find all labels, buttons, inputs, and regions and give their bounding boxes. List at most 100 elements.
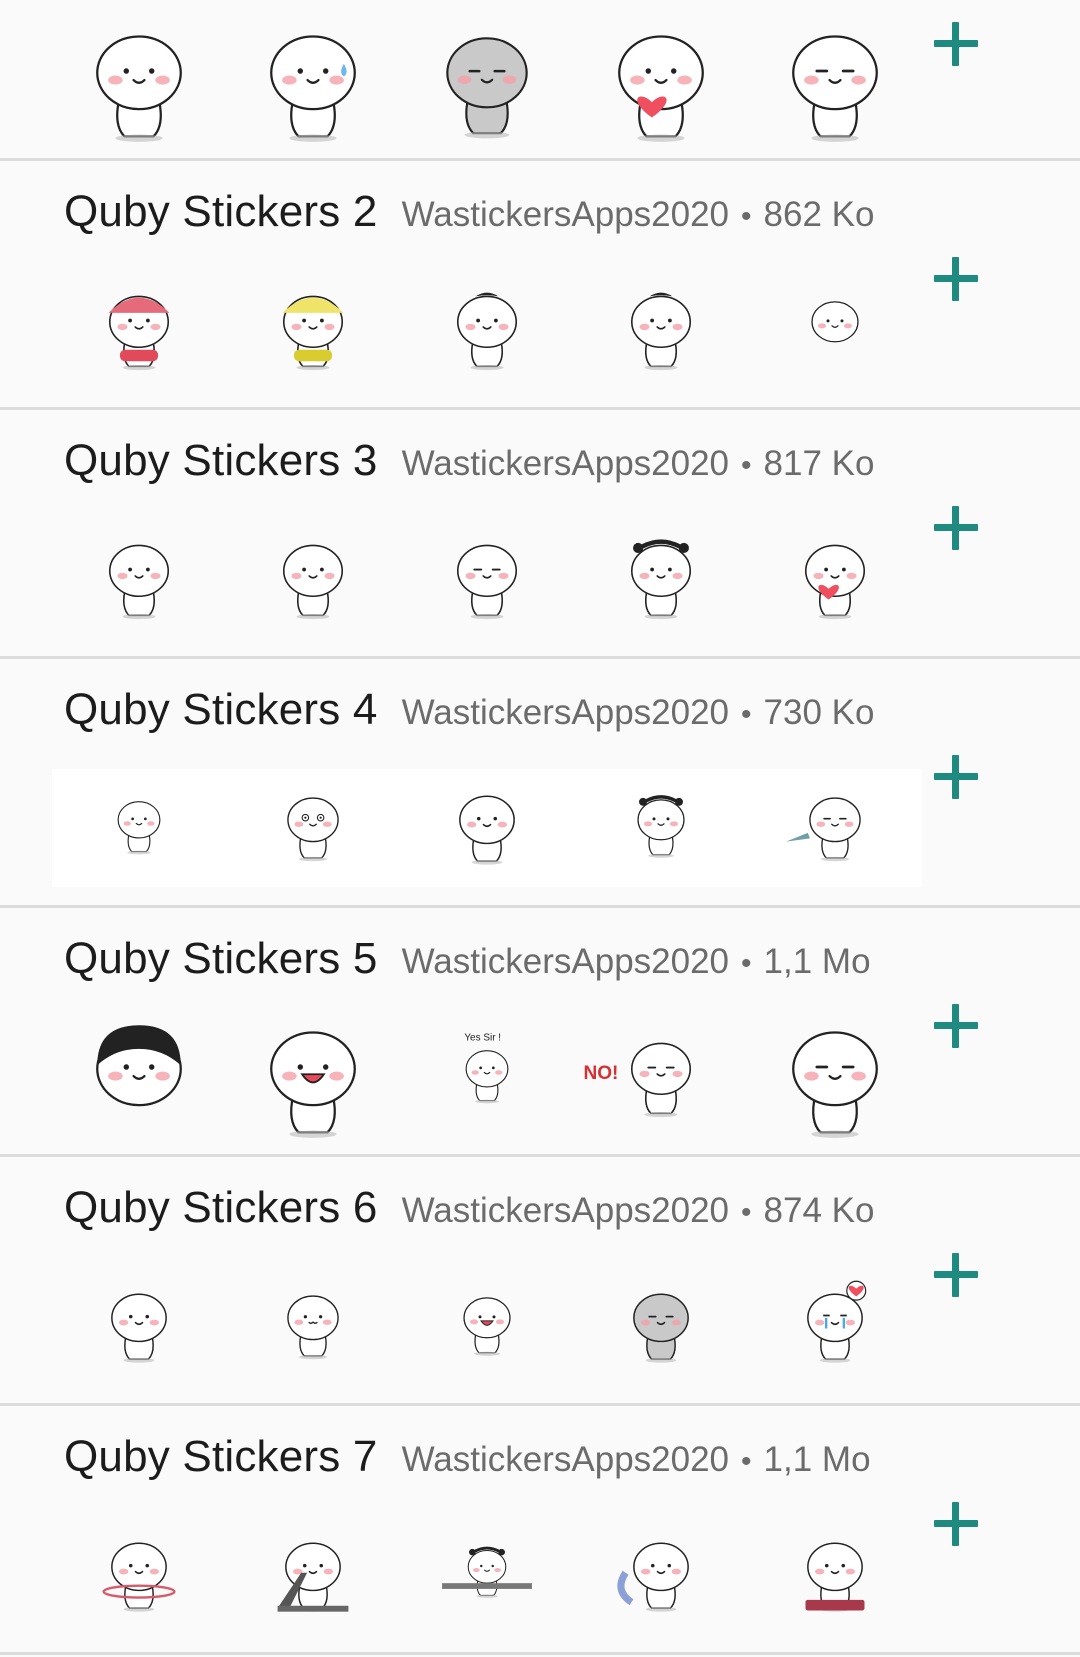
quby-sticker-icon — [804, 544, 866, 620]
quby-crying-broken-heart — [748, 1267, 922, 1385]
quby-sticker-icon — [811, 301, 859, 343]
pack-header: Quby Stickers 4 WastickersApps2020 • 730… — [64, 685, 874, 745]
quby-sticker-icon — [270, 35, 356, 142]
quby-black-hair — [52, 1018, 226, 1136]
pack-size: 1,1 Mo — [763, 1440, 871, 1479]
quby-hands-together — [52, 22, 226, 142]
quby-sticker-icon — [459, 795, 515, 865]
quby-arms-crossed — [226, 1267, 400, 1385]
quby-mic — [400, 769, 574, 887]
separator-dot: • — [741, 947, 752, 980]
quby-walk — [52, 1267, 226, 1385]
sticker-pack-3[interactable]: Quby Stickers 3 WastickersApps2020 • 817… — [0, 410, 1080, 656]
pack-author: WastickersApps2020 — [401, 1440, 730, 1479]
separator-dot: • — [741, 1445, 752, 1478]
quby-heart-blush — [574, 22, 748, 142]
pack-title: Quby Stickers 6 — [64, 1183, 378, 1232]
quby-sticker-icon — [456, 544, 518, 620]
pack-title: Quby Stickers 4 — [64, 685, 378, 734]
sticker-preview-row — [52, 22, 922, 142]
quby-sticker-icon — [270, 1031, 356, 1138]
sticker-preview-row — [52, 769, 922, 887]
quby-sticker-icon — [633, 1293, 689, 1363]
quby-sticker-icon — [456, 292, 518, 371]
quby-sticker-icon — [108, 295, 170, 371]
quby-sticker-icon — [117, 801, 161, 855]
sticker-preview-row — [52, 1516, 922, 1634]
quby-point — [52, 520, 226, 638]
quby-noodles — [574, 1516, 748, 1634]
pack-author: WastickersApps2020 — [401, 444, 730, 483]
pack-title: Quby Stickers 7 — [64, 1432, 378, 1481]
quby-lying-grey — [574, 1267, 748, 1385]
sticker-pack-6[interactable]: Quby Stickers 6 WastickersApps2020 • 874… — [0, 1157, 1080, 1403]
sticker-pack-4[interactable]: Quby Stickers 4 WastickersApps2020 • 730… — [0, 659, 1080, 905]
add-pack-button[interactable] — [928, 16, 984, 72]
quby-sticker-icon: Yes Sir ! — [464, 1033, 509, 1104]
quby-yellow-scooter — [226, 271, 400, 389]
sticker-pack-2[interactable]: Quby Stickers 2 WastickersApps2020 • 862… — [0, 161, 1080, 407]
pack-author: WastickersApps2020 — [401, 942, 730, 981]
pack-header: Quby Stickers 6 WastickersApps2020 • 874… — [64, 1183, 874, 1243]
sticker-pack-5[interactable]: Quby Stickers 5 WastickersApps2020 • 1,1… — [0, 908, 1080, 1154]
quby-sticker-icon — [287, 797, 339, 862]
pack-header: Quby Stickers 5 WastickersApps2020 • 1,1… — [64, 934, 871, 994]
quby-sticker-icon: NO! — [583, 1042, 692, 1118]
quby-sticker-icon — [102, 1542, 176, 1612]
pack-header: Quby Stickers 3 WastickersApps2020 • 817… — [64, 436, 874, 496]
pack-size: 874 Ko — [763, 1191, 875, 1230]
quby-sticker-icon — [792, 1031, 878, 1138]
quby-heart-hold — [748, 520, 922, 638]
sticker-pack-1[interactable] — [0, 0, 1080, 160]
pack-author: WastickersApps2020 — [401, 693, 730, 732]
quby-sticker-icon — [807, 1280, 867, 1363]
quby-lying-sad — [400, 22, 574, 140]
pack-header: Quby Stickers 7 WastickersApps2020 • 1,1… — [64, 1432, 871, 1492]
add-pack-button[interactable] — [928, 251, 984, 307]
quby-pink-scooter — [52, 271, 226, 389]
quby-sticker-icon — [111, 1293, 167, 1363]
quby-knife — [748, 769, 922, 887]
sticker-pack-7[interactable]: Quby Stickers 7 WastickersApps2020 • 1,1… — [0, 1406, 1080, 1652]
quby-sticker-icon — [792, 35, 878, 142]
sticker-preview-row — [52, 520, 922, 638]
separator-dot: • — [741, 200, 752, 233]
quby-sticker-icon — [108, 544, 170, 620]
pack-author: WastickersApps2020 — [401, 1191, 730, 1230]
pack-size: 817 Ko — [763, 444, 875, 483]
quby-lean — [400, 271, 574, 389]
svg-text:NO!: NO! — [583, 1063, 618, 1084]
quby-sticker-icon — [277, 1542, 349, 1612]
quby-plank — [400, 1516, 574, 1634]
add-pack-button[interactable] — [928, 749, 984, 805]
add-pack-button[interactable] — [928, 500, 984, 556]
sticker-preview-row: Yes Sir ! NO! — [52, 1018, 922, 1138]
quby-sticker-icon — [446, 37, 528, 139]
pack-size: 730 Ko — [763, 693, 875, 732]
quby-bag — [226, 520, 400, 638]
quby-shy-wave — [748, 22, 922, 142]
quby-pigtails — [574, 520, 748, 638]
pack-size: 1,1 Mo — [763, 942, 871, 981]
sticker-preview-row — [52, 1267, 922, 1385]
quby-shh — [400, 1267, 574, 1385]
quby-sticker-icon — [282, 544, 344, 620]
quby-small — [52, 769, 226, 887]
pack-title: Quby Stickers 2 — [64, 187, 378, 236]
quby-sticker-icon — [96, 1025, 182, 1107]
quby-sticker-icon — [630, 539, 692, 620]
quby-lying — [748, 271, 922, 389]
quby-sweat-drop — [226, 22, 400, 142]
quby-sticker-icon — [463, 1297, 511, 1356]
add-pack-button[interactable] — [928, 998, 984, 1054]
quby-shy-big — [748, 1018, 922, 1138]
add-pack-button[interactable] — [928, 1496, 984, 1552]
divider — [0, 1652, 1080, 1655]
quby-yes-sir: Yes Sir ! — [400, 1018, 574, 1136]
quby-sticker-icon — [287, 1295, 339, 1360]
pack-author: WastickersApps2020 — [401, 195, 730, 234]
add-pack-button[interactable] — [928, 1247, 984, 1303]
quby-sticker-icon — [637, 795, 685, 858]
quby-no-megaphone: NO! — [574, 1018, 748, 1136]
pack-header: Quby Stickers 2 WastickersApps2020 • 862… — [64, 187, 874, 247]
